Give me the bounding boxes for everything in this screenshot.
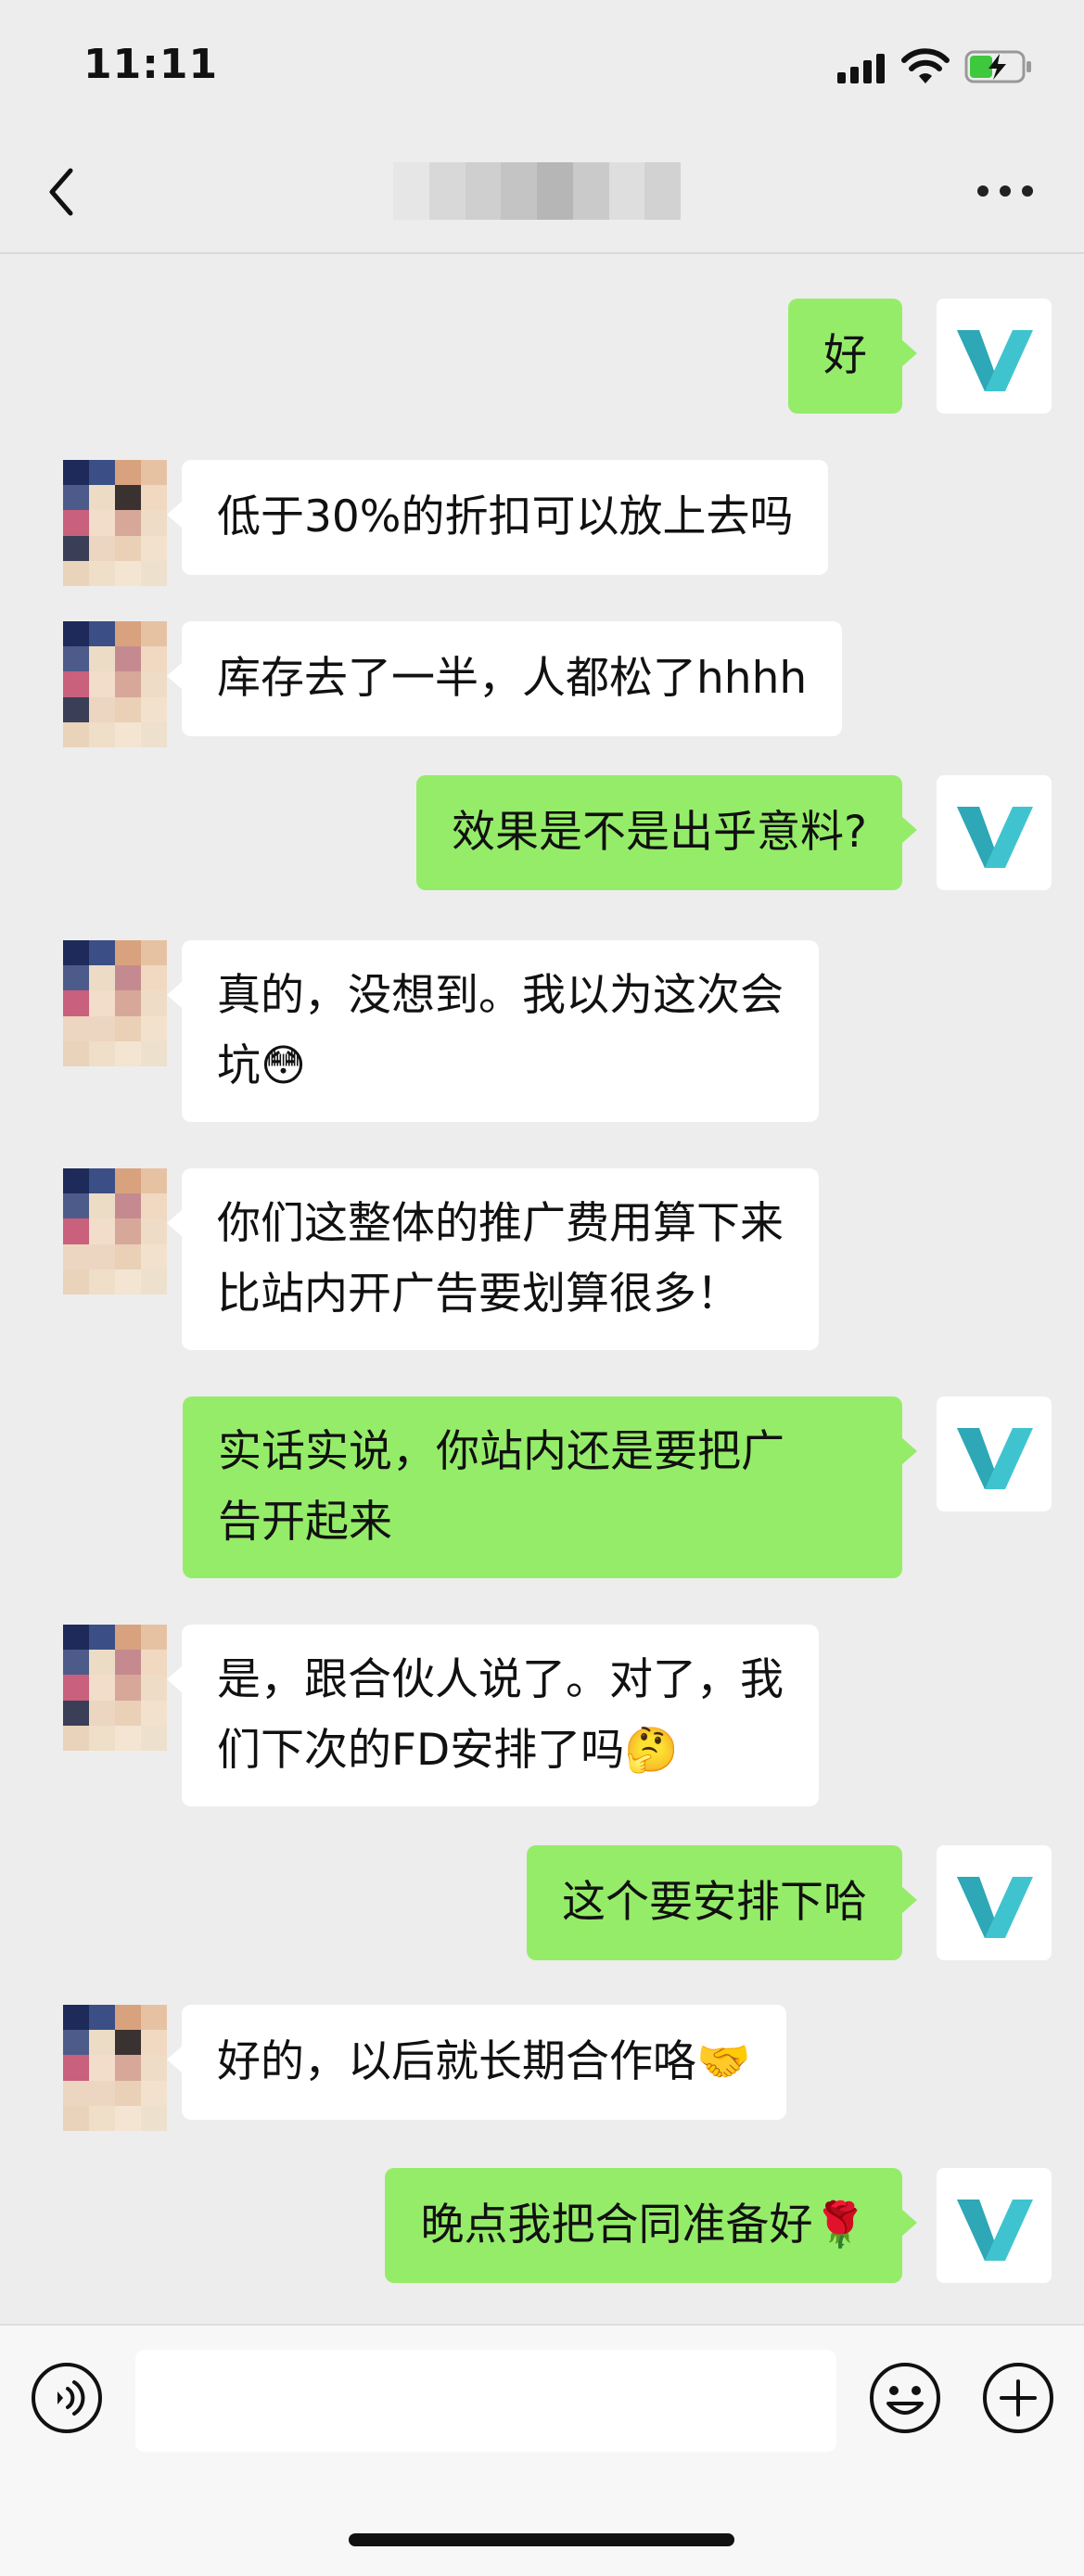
home-indicator (349, 2533, 734, 2546)
cellular-signal-icon (837, 52, 886, 83)
more-options-icon[interactable] (977, 185, 1033, 198)
my-avatar-logo-icon[interactable] (937, 2168, 1052, 2283)
my-avatar-logo-icon[interactable] (937, 1396, 1052, 1511)
message-bubble[interactable]: 这个要安排下哈 (527, 1845, 917, 1960)
my-avatar-logo-icon[interactable] (937, 775, 1052, 890)
contact-avatar-pixelated[interactable] (63, 1625, 167, 1751)
message-bubble[interactable]: 好的，以后就长期合作咯🤝 (167, 2005, 786, 2120)
message-bubble[interactable]: 真的，没想到。我以为这次会 坑😳 (167, 940, 819, 1122)
contact-avatar-pixelated[interactable] (63, 2005, 167, 2131)
contact-avatar-pixelated[interactable] (63, 621, 167, 747)
message-bubble[interactable]: 库存去了一半，人都松了hhhh (166, 621, 843, 736)
message-bubble[interactable]: 你们这整体的推广费用算下来 比站内开广告要划算很多！ (167, 1168, 819, 1350)
message-bubble[interactable]: 实话实说，你站内还是要把广 告开起来 (183, 1396, 917, 1578)
status-bar: 11:11 (0, 0, 1084, 139)
wifi-icon (901, 48, 950, 83)
plus-icon[interactable] (981, 2361, 1055, 2435)
contact-avatar-pixelated[interactable] (63, 940, 167, 1066)
message-bubble[interactable]: 效果是不是出乎意料? (416, 775, 917, 890)
message-bubble[interactable]: 晚点我把合同准备好🌹 (385, 2168, 917, 2283)
my-avatar-logo-icon[interactable] (937, 1845, 1052, 1960)
message-input[interactable] (135, 2350, 836, 2452)
message-bubble[interactable]: 低于30%的折扣可以放上去吗 (166, 460, 829, 575)
voice-icon[interactable] (30, 2361, 104, 2435)
contact-avatar-pixelated[interactable] (63, 1168, 167, 1294)
contact-avatar-pixelated[interactable] (63, 460, 167, 586)
message-bubble[interactable]: 是，跟合伙人说了。对了，我 们下次的FD安排了吗🤔 (167, 1625, 819, 1806)
input-bar (0, 2324, 1084, 2576)
emoji-icon[interactable] (868, 2361, 942, 2435)
back-arrow-icon[interactable] (41, 161, 82, 223)
chat-title-blurred (393, 162, 681, 220)
chat-message-list[interactable]: 好 低于30%的折扣可以放上去吗 库存去了一半，人都松了hhhh 效果是不是出乎… (0, 254, 1084, 2322)
my-avatar-logo-icon[interactable] (937, 299, 1052, 414)
nav-bar (0, 139, 1084, 254)
battery-charging-icon (964, 50, 1031, 83)
message-bubble[interactable]: 好 (788, 299, 917, 414)
status-time: 11:11 (83, 41, 219, 88)
